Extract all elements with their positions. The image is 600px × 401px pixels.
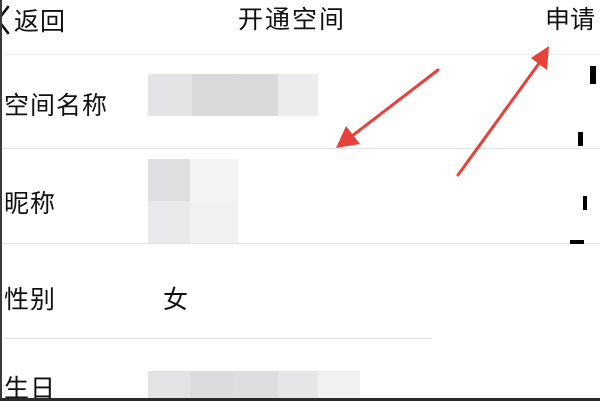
space-name-value-blurred <box>148 74 318 116</box>
nav-divider <box>0 54 600 55</box>
open-space-screen: 返回 开通空间 申请 空间名称 昵称 性别 女 生日 <box>0 0 600 401</box>
right-overlay <box>432 244 600 401</box>
apply-button[interactable]: 申请 <box>545 0 595 40</box>
nickname-value-blurred <box>148 159 238 243</box>
edge-mark <box>570 240 584 244</box>
birthday-value-blurred <box>148 371 360 401</box>
birthday-label: 生日 <box>4 374 57 401</box>
edge-mark <box>583 196 587 210</box>
back-label: 返回 <box>14 7 67 36</box>
page-title: 开通空间 <box>238 5 347 34</box>
space-name-label: 空间名称 <box>4 91 109 120</box>
nav-bar: 返回 开通空间 申请 <box>0 0 600 46</box>
edge-mark <box>578 132 583 146</box>
gender-label: 性别 <box>4 285 57 314</box>
left-frame-line <box>0 0 2 401</box>
back-button[interactable]: 返回 <box>0 0 66 40</box>
form-row-space-name[interactable]: 空间名称 <box>0 56 600 148</box>
gender-value: 女 <box>163 285 189 314</box>
nickname-label: 昵称 <box>4 189 57 218</box>
edge-mark <box>590 66 596 84</box>
form-row-nickname[interactable]: 昵称 <box>0 149 600 243</box>
